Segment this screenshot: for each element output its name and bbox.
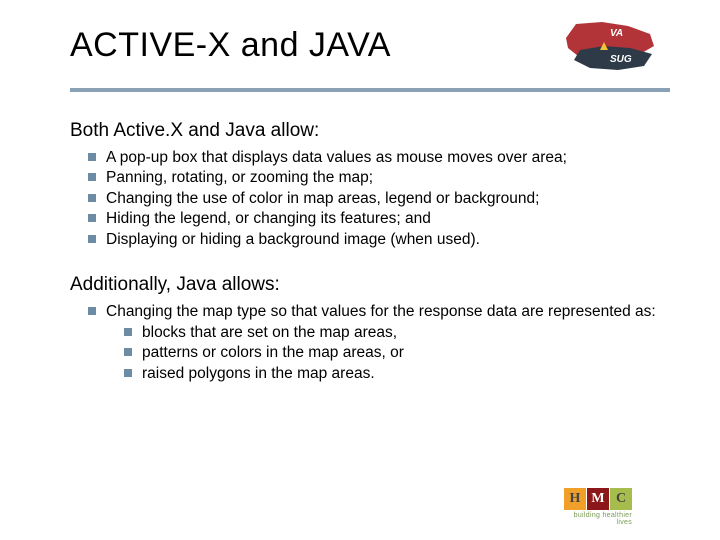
section-heading-2: Additionally, Java allows: xyxy=(70,274,660,296)
hmc-box-h: H xyxy=(564,488,586,510)
list-item: Changing the use of color in map areas, … xyxy=(88,189,660,209)
logo-brand1: VA xyxy=(610,28,623,39)
slide-title: ACTIVE-X and JAVA xyxy=(70,26,391,65)
bullet-list-2: Changing the map type so that values for… xyxy=(88,302,660,384)
list-item: Changing the map type so that values for… xyxy=(88,302,660,384)
sub-list: blocks that are set on the map areas, pa… xyxy=(124,323,660,384)
hmc-boxes: H M C xyxy=(564,488,672,510)
hmc-tagline: building healthier lives xyxy=(564,512,632,526)
title-divider xyxy=(70,88,670,92)
hmc-box-m: M xyxy=(587,488,609,510)
sub-list-item: blocks that are set on the map areas, xyxy=(124,323,660,343)
list-item-lead: Changing the map type so that values for… xyxy=(106,303,656,320)
section-heading-1: Both Active.X and Java allow: xyxy=(70,120,660,142)
sub-list-item: patterns or colors in the map areas, or xyxy=(124,343,660,363)
header-row: ACTIVE-X and JAVA VA SUG xyxy=(70,20,660,76)
list-item: Hiding the legend, or changing its featu… xyxy=(88,209,660,229)
list-item: Panning, rotating, or zooming the map; xyxy=(88,168,660,188)
va-sug-logo: VA SUG xyxy=(560,20,660,76)
sub-list-item: raised polygons in the map areas. xyxy=(124,364,660,384)
hmc-logo: H M C building healthier lives xyxy=(564,488,672,526)
slide-body: ACTIVE-X and JAVA VA SUG Both Active.X a… xyxy=(0,0,720,404)
bullet-list-1: A pop-up box that displays data values a… xyxy=(88,148,660,250)
list-item: Displaying or hiding a background image … xyxy=(88,230,660,250)
hmc-box-c: C xyxy=(610,488,632,510)
logo-brand2: SUG xyxy=(610,54,632,65)
list-item: A pop-up box that displays data values a… xyxy=(88,148,660,168)
